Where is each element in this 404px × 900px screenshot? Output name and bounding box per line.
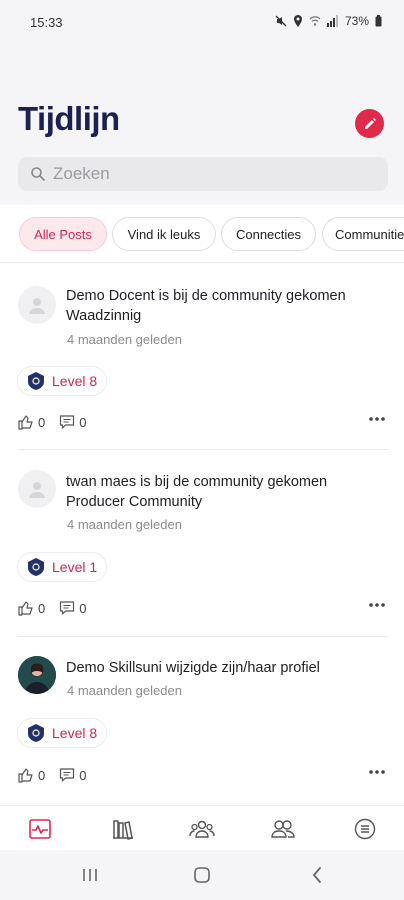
more-options-icon[interactable] xyxy=(368,769,386,775)
post-text[interactable]: Demo Skillsuni wijzigde zijn/haar profie… xyxy=(66,658,386,678)
comment-icon xyxy=(60,415,75,429)
shield-icon xyxy=(28,724,44,742)
filter-all-posts[interactable]: Alle Posts xyxy=(19,217,107,251)
like-button[interactable]: 0 xyxy=(18,600,45,616)
more-options-icon[interactable] xyxy=(368,416,386,422)
search-input[interactable] xyxy=(53,164,353,184)
thumbs-up-icon xyxy=(18,768,33,783)
level-badge: Level 1 xyxy=(17,552,108,582)
post-time: 4 maanden geleden xyxy=(67,683,182,698)
signal-icon xyxy=(326,15,338,27)
filter-likes[interactable]: Vind ik leuks xyxy=(112,217,216,251)
avatar[interactable] xyxy=(18,286,56,324)
pencil-icon xyxy=(364,117,376,129)
tab-library[interactable] xyxy=(110,816,136,842)
new-post-button[interactable] xyxy=(355,109,384,138)
more-options-icon[interactable] xyxy=(368,602,386,608)
like-count: 0 xyxy=(38,414,46,430)
post-card: twan maes is bij de community gekomen Pr… xyxy=(0,450,404,635)
filter-tabs: Alle Posts Vind ik leuks Connecties Comm… xyxy=(0,205,404,263)
like-button[interactable]: 0 xyxy=(18,414,45,430)
recent-apps-icon xyxy=(83,869,97,881)
post-card: Demo Skillsuni wijzigde zijn/haar profie… xyxy=(0,637,404,805)
level-badge: Level 8 xyxy=(17,366,108,396)
post-text[interactable]: twan maes is bij de community gekomen Pr… xyxy=(66,472,386,512)
shield-icon xyxy=(28,372,44,390)
tab-activity[interactable] xyxy=(27,816,53,842)
post-actions: 0 0 xyxy=(18,765,388,785)
level-label: Level 1 xyxy=(52,559,98,575)
home-button[interactable] xyxy=(190,865,214,885)
system-navigation-bar xyxy=(0,850,404,900)
battery-percentage: 73% xyxy=(344,14,369,28)
shield-icon xyxy=(28,558,44,576)
avatar[interactable] xyxy=(18,470,56,508)
back-button[interactable] xyxy=(305,865,329,885)
like-count: 0 xyxy=(38,767,46,783)
profile-photo-icon xyxy=(18,656,56,694)
activity-icon xyxy=(29,819,51,839)
wifi-icon xyxy=(309,16,321,26)
comment-count: 0 xyxy=(79,600,87,616)
tab-groups[interactable] xyxy=(189,816,215,842)
comment-icon xyxy=(60,768,75,782)
search-icon xyxy=(31,167,45,181)
level-label: Level 8 xyxy=(52,725,98,741)
search-bar[interactable] xyxy=(18,157,388,191)
filter-communities[interactable]: Communities xyxy=(322,217,404,251)
menu-icon xyxy=(354,818,376,840)
thumbs-up-icon xyxy=(18,415,33,430)
library-icon xyxy=(113,820,133,840)
post-actions: 0 0 xyxy=(18,598,388,618)
status-icons: 73% xyxy=(275,14,382,28)
thumbs-up-icon xyxy=(18,601,33,616)
page-title: Tijdlijn xyxy=(18,100,120,137)
activity-feed: Demo Docent is bij de community gekomen … xyxy=(0,264,404,805)
status-time: 15:33 xyxy=(30,15,63,30)
comment-count: 0 xyxy=(79,767,87,783)
comment-button[interactable]: 0 xyxy=(59,600,86,616)
filter-connections[interactable]: Connecties xyxy=(221,217,316,251)
members-icon xyxy=(271,820,295,838)
home-icon xyxy=(194,867,210,883)
location-icon xyxy=(293,15,302,27)
header: Tijdlijn xyxy=(0,44,404,204)
like-button[interactable]: 0 xyxy=(18,767,45,783)
back-icon xyxy=(312,867,321,883)
groups-icon xyxy=(189,820,215,838)
status-bar: 15:33 73% xyxy=(0,0,404,44)
avatar[interactable] xyxy=(18,656,56,694)
comment-count: 0 xyxy=(79,414,87,430)
level-badge: Level 8 xyxy=(17,718,108,748)
post-time: 4 maanden geleden xyxy=(67,332,182,347)
user-placeholder-icon xyxy=(29,482,45,498)
battery-icon xyxy=(375,15,382,27)
post-actions: 0 0 xyxy=(18,412,388,432)
bottom-tab-bar xyxy=(0,805,404,850)
recent-apps-button[interactable] xyxy=(78,865,102,885)
post-text[interactable]: Demo Docent is bij de community gekomen … xyxy=(66,286,386,326)
like-count: 0 xyxy=(38,600,46,616)
mute-icon xyxy=(275,15,287,27)
comment-button[interactable]: 0 xyxy=(59,414,86,430)
comment-button[interactable]: 0 xyxy=(59,767,86,783)
level-label: Level 8 xyxy=(52,373,98,389)
post-card: Demo Docent is bij de community gekomen … xyxy=(0,264,404,449)
tab-members[interactable] xyxy=(270,816,296,842)
user-placeholder-icon xyxy=(29,298,45,314)
post-time: 4 maanden geleden xyxy=(67,517,182,532)
tab-menu[interactable] xyxy=(352,816,378,842)
comment-icon xyxy=(60,601,75,615)
